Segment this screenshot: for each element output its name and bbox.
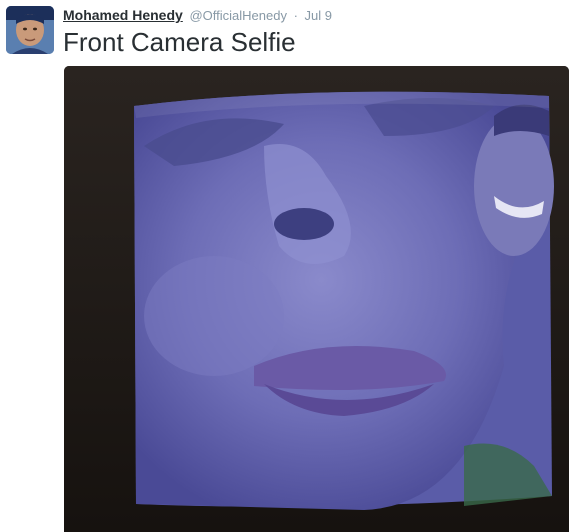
avatar-photo bbox=[6, 6, 54, 54]
tweet: Mohamed Henedy @OfficialHenedy · Jul 9 F… bbox=[0, 0, 579, 532]
author-name[interactable]: Mohamed Henedy bbox=[63, 7, 183, 23]
tweet-timestamp[interactable]: Jul 9 bbox=[305, 8, 332, 23]
media-photo bbox=[64, 66, 569, 532]
header-separator: · bbox=[293, 8, 298, 23]
avatar[interactable] bbox=[6, 6, 54, 54]
tweet-header: Mohamed Henedy @OfficialHenedy · Jul 9 bbox=[63, 6, 332, 24]
tweet-text: Front Camera Selfie bbox=[63, 27, 296, 57]
tweet-media[interactable] bbox=[64, 66, 569, 532]
author-handle[interactable]: @OfficialHenedy bbox=[189, 8, 287, 23]
